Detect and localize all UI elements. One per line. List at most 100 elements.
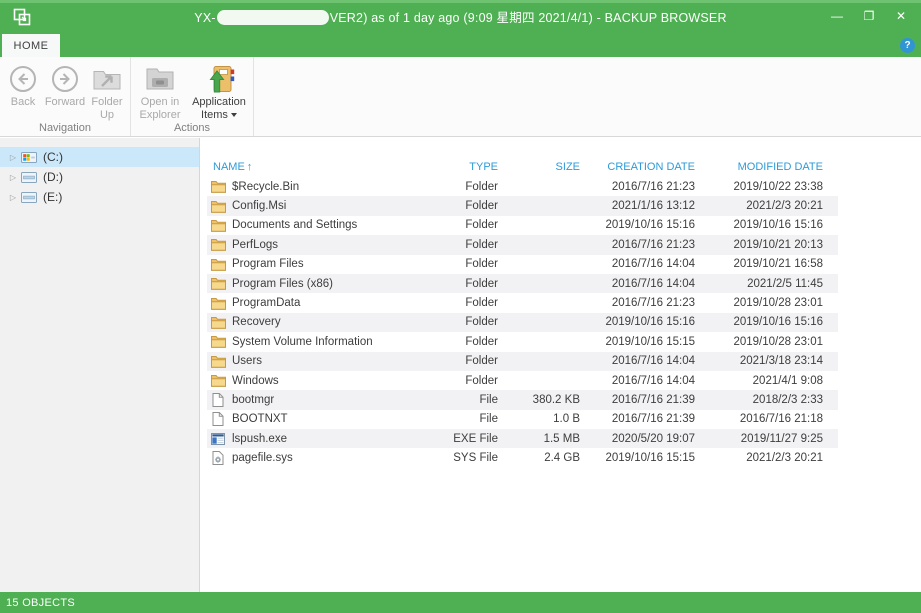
cell-type: File: [428, 394, 513, 406]
status-bar: 15 OBJECTS: [0, 592, 921, 613]
file-name: Documents and Settings: [232, 219, 357, 231]
column-header-creation-date[interactable]: CREATION DATE: [595, 161, 710, 173]
file-row-recycle-bin[interactable]: $Recycle.BinFolder2016/7/16 21:232019/10…: [207, 177, 838, 196]
tab-home[interactable]: HOME: [2, 34, 60, 57]
cell-type: Folder: [428, 297, 513, 309]
drive-tree: ▷ (C:) ▷ (D:) ▷(E:): [0, 138, 200, 592]
folder-up-icon: [92, 62, 122, 96]
back-button[interactable]: Back: [2, 59, 44, 121]
cell-modified-date: 2019/10/16 15:16: [710, 316, 838, 328]
cell-type: Folder: [428, 336, 513, 348]
dropdown-caret-icon: [231, 113, 237, 117]
cell-size: 1.5 MB: [513, 433, 595, 445]
cell-name: BOOTNXT: [207, 412, 428, 426]
cell-type: Folder: [428, 200, 513, 212]
drive-label: (D:): [43, 170, 63, 184]
close-button[interactable]: ✕: [885, 3, 917, 29]
cell-name: $Recycle.Bin: [207, 180, 428, 193]
cell-modified-date: 2021/3/18 23:14: [710, 355, 838, 367]
tree-item-d[interactable]: ▷ (D:): [0, 167, 199, 187]
cell-type: Folder: [428, 355, 513, 367]
cell-creation-date: 2019/10/16 15:15: [595, 452, 710, 464]
cell-modified-date: 2016/7/16 21:18: [710, 413, 838, 425]
cell-size: 380.2 KB: [513, 394, 595, 406]
file-row-program-files[interactable]: Program FilesFolder2016/7/16 14:042019/1…: [207, 255, 838, 274]
cell-creation-date: 2016/7/16 21:23: [595, 239, 710, 251]
file-row-program-files-x86[interactable]: Program Files (x86)Folder2016/7/16 14:04…: [207, 274, 838, 293]
cell-type: Folder: [428, 278, 513, 290]
cell-creation-date: 2016/7/16 21:23: [595, 297, 710, 309]
cell-name: lspush.exe: [207, 433, 428, 445]
column-header-name[interactable]: NAME↑: [207, 161, 428, 173]
cell-type: Folder: [428, 316, 513, 328]
ribbon: Back Forward: [0, 57, 921, 137]
column-header-size[interactable]: SIZE: [513, 161, 595, 173]
file-row-documents-and-settings[interactable]: Documents and SettingsFolder2019/10/16 1…: [207, 216, 838, 235]
file-row-system-volume-information[interactable]: System Volume InformationFolder2019/10/1…: [207, 332, 838, 351]
file-name: PerfLogs: [232, 239, 278, 251]
cell-name: Windows: [207, 374, 428, 387]
ribbon-group-actions: Open in Explorer: [131, 57, 254, 136]
cell-type: EXE File: [428, 433, 513, 445]
column-header-type[interactable]: TYPE: [428, 161, 513, 173]
application-items-icon: [202, 62, 236, 96]
cell-modified-date: 2021/2/3 20:21: [710, 200, 838, 212]
file-name: BOOTNXT: [232, 413, 288, 425]
tree-expand-chevron-icon[interactable]: ▷: [6, 153, 20, 162]
tree-expand-chevron-icon[interactable]: ▷: [6, 173, 20, 182]
folder-icon: [210, 335, 226, 348]
system-drive-icon: [20, 152, 38, 163]
file-row-users[interactable]: UsersFolder2016/7/16 14:042021/3/18 23:1…: [207, 352, 838, 371]
application-items-button[interactable]: Application Items: [187, 59, 251, 121]
file-row-programdata[interactable]: ProgramData Folder 2016/7/16 21:232019/10/…: [207, 293, 838, 312]
cell-modified-date: 2019/10/28 23:01: [710, 297, 838, 309]
file-row-pagefile-sys[interactable]: pagefile.sysSYS File2.4 GB2019/10/16 15:…: [207, 448, 838, 467]
column-header-modified-date[interactable]: MODIFIED DATE: [710, 161, 838, 173]
forward-arrow-icon: [51, 62, 79, 96]
tree-item-c[interactable]: ▷ (C:): [0, 147, 199, 167]
cell-name: Config.Msi: [207, 200, 428, 213]
file-name: Program Files (x86): [232, 278, 333, 290]
title-bar: YX-VER2) as of 1 day ago (9:09 星期四 2021/…: [0, 0, 921, 34]
file-name: $Recycle.Bin: [232, 181, 299, 193]
window-controls: — ❐ ✕: [821, 3, 917, 29]
file-name: System Volume Information: [232, 336, 373, 348]
file-row-bootmgr[interactable]: bootmgrFile380.2 KB2016/7/16 21:392018/2…: [207, 390, 838, 409]
drive-label: (C:): [43, 150, 63, 164]
file-row-config-msi[interactable]: Config.MsiFolder2021/1/16 13:122021/2/3 …: [207, 196, 838, 215]
tree-expand-chevron-icon[interactable]: ▷: [6, 193, 20, 202]
file-name: ProgramData: [232, 297, 300, 309]
file-icon: [210, 412, 226, 426]
window-title: YX-VER2) as of 1 day ago (9:09 星期四 2021/…: [0, 7, 921, 27]
folder-icon: [210, 316, 226, 329]
open-in-explorer-button[interactable]: Open in Explorer: [133, 59, 187, 121]
maximize-button[interactable]: ❐: [853, 3, 885, 29]
cell-modified-date: 2021/2/5 11:45: [710, 278, 838, 290]
cell-name: Documents and Settings: [207, 219, 428, 232]
file-name: Config.Msi: [232, 200, 286, 212]
tree-item-e[interactable]: ▷(E:): [0, 187, 199, 207]
cell-name: Program Files (x86): [207, 277, 428, 290]
file-table-body: $Recycle.BinFolder2016/7/16 21:232019/10…: [207, 177, 838, 468]
application-items-label: Application Items: [192, 96, 246, 121]
help-button[interactable]: ?: [900, 38, 915, 53]
backup-browser-window: YX-VER2) as of 1 day ago (9:09 星期四 2021/…: [0, 0, 921, 613]
cell-modified-date: 2021/4/1 9:08: [710, 375, 838, 387]
window-title-suffix: VER2) as of 1 day ago (9:09 星期四 2021/4/1…: [330, 11, 727, 25]
cell-name: bootmgr: [207, 393, 428, 407]
minimize-button[interactable]: —: [821, 3, 853, 29]
back-label: Back: [11, 96, 35, 109]
folder-icon: [210, 355, 226, 368]
file-row-windows[interactable]: WindowsFolder2016/7/16 14:042021/4/1 9:0…: [207, 371, 838, 390]
file-table-header: NAME↑ TYPE SIZE CREATION DATE MODIFIED D…: [207, 156, 838, 177]
folder-up-button[interactable]: Folder Up: [86, 59, 128, 121]
cell-type: Folder: [428, 239, 513, 251]
folder-icon: [210, 297, 226, 310]
file-row-recovery[interactable]: RecoveryFolder2019/10/16 15:162019/10/16…: [207, 313, 838, 332]
file-row-lspush-exe[interactable]: lspush.exeEXE File1.5 MB2020/5/20 19:072…: [207, 429, 838, 448]
file-row-perflogs[interactable]: PerfLogsFolder2016/7/16 21:232019/10/21 …: [207, 235, 838, 254]
backup-browser-app-icon: [12, 7, 32, 27]
cell-creation-date: 2016/7/16 21:23: [595, 181, 710, 193]
file-row-bootnxt[interactable]: BOOTNXTFile1.0 B2016/7/16 21:392016/7/16…: [207, 410, 838, 429]
forward-button[interactable]: Forward: [44, 59, 86, 121]
